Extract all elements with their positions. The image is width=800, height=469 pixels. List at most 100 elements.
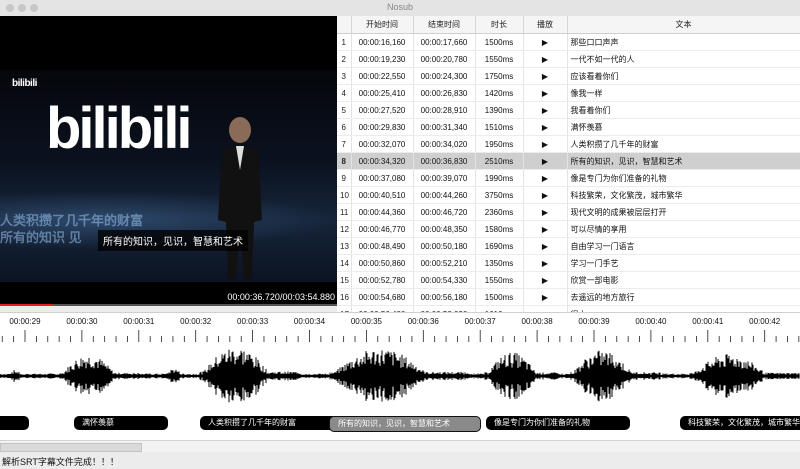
- subtitle-text-cell[interactable]: 自由学习一门语言: [567, 237, 800, 255]
- row-index: 13: [337, 237, 352, 255]
- subtitle-text-cell[interactable]: 像是专门为你们准备的礼物: [567, 169, 800, 187]
- audio-waveform[interactable]: [0, 342, 800, 410]
- status-message: 解析SRT字幕文件完成！！！: [2, 457, 119, 467]
- play-icon[interactable]: ▶: [523, 67, 568, 85]
- play-icon[interactable]: ▶: [523, 135, 568, 153]
- title-bar: Nosub: [0, 0, 800, 17]
- duration-cell: 1420ms: [475, 84, 524, 102]
- subtitle-track[interactable]: 满怀羡慕 人类积攒了几千年的财富 所有的知识，见识，智慧和艺术 像是专门为你们准备的礼…: [0, 410, 800, 440]
- subtitle-text-cell[interactable]: 像我一样: [567, 84, 800, 102]
- header-play[interactable]: 播放: [523, 16, 568, 34]
- row-index: 7: [337, 135, 352, 153]
- header-duration[interactable]: 时长: [475, 16, 524, 34]
- header-start-time[interactable]: 开始时间: [351, 16, 414, 34]
- table-row[interactable]: 5 00:00:27,520 00:00:28,910 1390ms ▶ 我看着你们: [337, 101, 800, 119]
- subtitle-text-cell[interactable]: 可以尽情的享用: [567, 220, 800, 238]
- start-time-cell: 00:00:48,490: [351, 237, 414, 255]
- subtitle-block[interactable]: [0, 416, 29, 430]
- table-header-row: 开始时间 结束时间 时长 播放 文本: [337, 16, 800, 34]
- table-row[interactable]: 3 00:00:22,550 00:00:24,300 1750ms ▶ 应该看着你们: [337, 67, 800, 85]
- subtitle-text-cell[interactable]: 科技繁荣，文化繁茂，城市繁华: [567, 186, 800, 204]
- duration-cell: 2510ms: [475, 152, 524, 170]
- subtitle-block[interactable]: 满怀羡慕: [74, 416, 168, 430]
- row-index: 10: [337, 186, 352, 204]
- play-icon[interactable]: ▶: [523, 101, 568, 119]
- table-row[interactable]: 12 00:00:46,770 00:00:48,350 1580ms ▶ 可以尽情的享用: [337, 220, 800, 238]
- subtitle-text-cell[interactable]: 学习一门手艺: [567, 254, 800, 272]
- start-time-cell: 00:00:29,830: [351, 118, 414, 136]
- video-player[interactable]: bilibili bilibili 人类积攒了几千年的财富 所有的知识 见 所有…: [0, 16, 337, 306]
- duration-cell: 1390ms: [475, 101, 524, 119]
- table-row[interactable]: 8 00:00:34,320 00:00:36,830 2510ms ▶ 所有的知识，见识…: [337, 152, 800, 170]
- start-time-cell: 00:00:27,520: [351, 101, 414, 119]
- video-time-display: 00:00:36.720/00:03:54.880: [227, 292, 335, 302]
- subtitle-block[interactable]: 科技繁荣，文化繁茂，城市繁华: [680, 416, 800, 430]
- play-icon[interactable]: ▶: [523, 254, 568, 272]
- table-row[interactable]: 15 00:00:52,780 00:00:54,330 1550ms ▶ 欣赏一部电影: [337, 271, 800, 289]
- subtitle-text-cell[interactable]: 应该看着你们: [567, 67, 800, 85]
- play-icon[interactable]: ▶: [523, 169, 568, 187]
- play-icon[interactable]: ▶: [523, 152, 568, 170]
- play-icon[interactable]: ▶: [523, 50, 568, 68]
- end-time-cell: 00:00:36,830: [413, 152, 476, 170]
- header-end-time[interactable]: 结束时间: [413, 16, 476, 34]
- table-row[interactable]: 14 00:00:50,860 00:00:52,210 1350ms ▶ 学习一门手艺: [337, 254, 800, 272]
- table-row[interactable]: 11 00:00:44,360 00:00:46,720 2360ms ▶ 现代文明的成果…: [337, 203, 800, 221]
- table-row[interactable]: 16 00:00:54,680 00:00:56,180 1500ms ▶ 去遥远的地方旅…: [337, 288, 800, 306]
- subtitle-text-cell[interactable]: 那些口口声声: [567, 33, 800, 51]
- duration-cell: 1500ms: [475, 288, 524, 306]
- subtitle-text-cell[interactable]: 一代不如一代的人: [567, 50, 800, 68]
- table-row[interactable]: 7 00:00:32,070 00:00:34,020 1950ms ▶ 人类积攒了几千年…: [337, 135, 800, 153]
- subtitle-text-cell[interactable]: 欣赏一部电影: [567, 271, 800, 289]
- timeline-tick-label: 00:00:38: [521, 317, 553, 326]
- play-icon[interactable]: ▶: [523, 33, 568, 51]
- start-time-cell: 00:00:25,410: [351, 84, 414, 102]
- table-row[interactable]: 4 00:00:25,410 00:00:26,830 1420ms ▶ 像我一样: [337, 84, 800, 102]
- start-time-cell: 00:00:32,070: [351, 135, 414, 153]
- table-row[interactable]: 1 00:00:16,160 00:00:17,660 1500ms ▶ 那些口口声声: [337, 33, 800, 51]
- play-icon[interactable]: ▶: [523, 186, 568, 204]
- table-row[interactable]: 2 00:00:19,230 00:00:20,780 1550ms ▶ 一代不如一代的人: [337, 50, 800, 68]
- video-progress-bar[interactable]: [0, 304, 337, 306]
- start-time-cell: 00:00:54,680: [351, 288, 414, 306]
- subtitle-text-cell[interactable]: 所有的知识，见识，智慧和艺术: [567, 152, 800, 170]
- table-row[interactable]: 9 00:00:37,080 00:00:39,070 1990ms ▶ 像是专门为你们准…: [337, 169, 800, 187]
- table-row[interactable]: 6 00:00:29,830 00:00:31,340 1510ms ▶ 满怀羡慕: [337, 118, 800, 136]
- duration-cell: 2360ms: [475, 203, 524, 221]
- row-index: 11: [337, 203, 352, 221]
- timeline-tick-label: 00:00:35: [350, 317, 382, 326]
- play-icon[interactable]: ▶: [523, 237, 568, 255]
- end-time-cell: 00:00:24,300: [413, 67, 476, 85]
- play-icon[interactable]: ▶: [523, 271, 568, 289]
- subtitle-block[interactable]: 人类积攒了几千年的财富: [200, 416, 338, 430]
- duration-cell: 1550ms: [475, 271, 524, 289]
- play-icon[interactable]: ▶: [523, 84, 568, 102]
- timeline-ruler[interactable]: 00:00:29 00:00:30 00:00:31 00:00:32 00:00:33…: [0, 312, 800, 344]
- play-icon[interactable]: ▶: [523, 288, 568, 306]
- subtitle-table[interactable]: 开始时间 结束时间 时长 播放 文本 1 00:00:16,160 00:00:17…: [337, 16, 800, 312]
- presenter-figure: [218, 117, 262, 280]
- timeline-tick-label: 00:00:41: [692, 317, 724, 326]
- row-index: 9: [337, 169, 352, 187]
- header-text[interactable]: 文本: [567, 16, 800, 34]
- start-time-cell: 00:00:37,080: [351, 169, 414, 187]
- subtitle-text-cell[interactable]: 现代文明的成果被层层打开: [567, 203, 800, 221]
- subtitle-text-cell[interactable]: 人类积攒了几千年的财富: [567, 135, 800, 153]
- subtitle-text-cell[interactable]: 去遥远的地方旅行: [567, 288, 800, 306]
- end-time-cell: 00:00:56,180: [413, 288, 476, 306]
- timeline-tick-label: 00:00:36: [407, 317, 439, 326]
- play-icon[interactable]: ▶: [523, 203, 568, 221]
- subtitle-block[interactable]: 所有的知识，见识，智慧和艺术: [329, 416, 481, 432]
- table-row[interactable]: 13 00:00:48,490 00:00:50,180 1690ms ▶ 自由学习一门语…: [337, 237, 800, 255]
- subtitle-block[interactable]: 像是专门为你们准备的礼物: [486, 416, 630, 430]
- subtitle-text-cell[interactable]: 我看着你们: [567, 101, 800, 119]
- subtitle-text-cell[interactable]: 满怀羡慕: [567, 118, 800, 136]
- scrollbar-thumb[interactable]: [0, 443, 142, 452]
- end-time-cell: 00:00:26,830: [413, 84, 476, 102]
- row-index: 16: [337, 288, 352, 306]
- table-row[interactable]: 10 00:00:40,510 00:00:44,260 3750ms ▶ 科技繁荣，文化…: [337, 186, 800, 204]
- row-index: 5: [337, 101, 352, 119]
- play-icon[interactable]: ▶: [523, 220, 568, 238]
- row-index: 2: [337, 50, 352, 68]
- play-icon[interactable]: ▶: [523, 118, 568, 136]
